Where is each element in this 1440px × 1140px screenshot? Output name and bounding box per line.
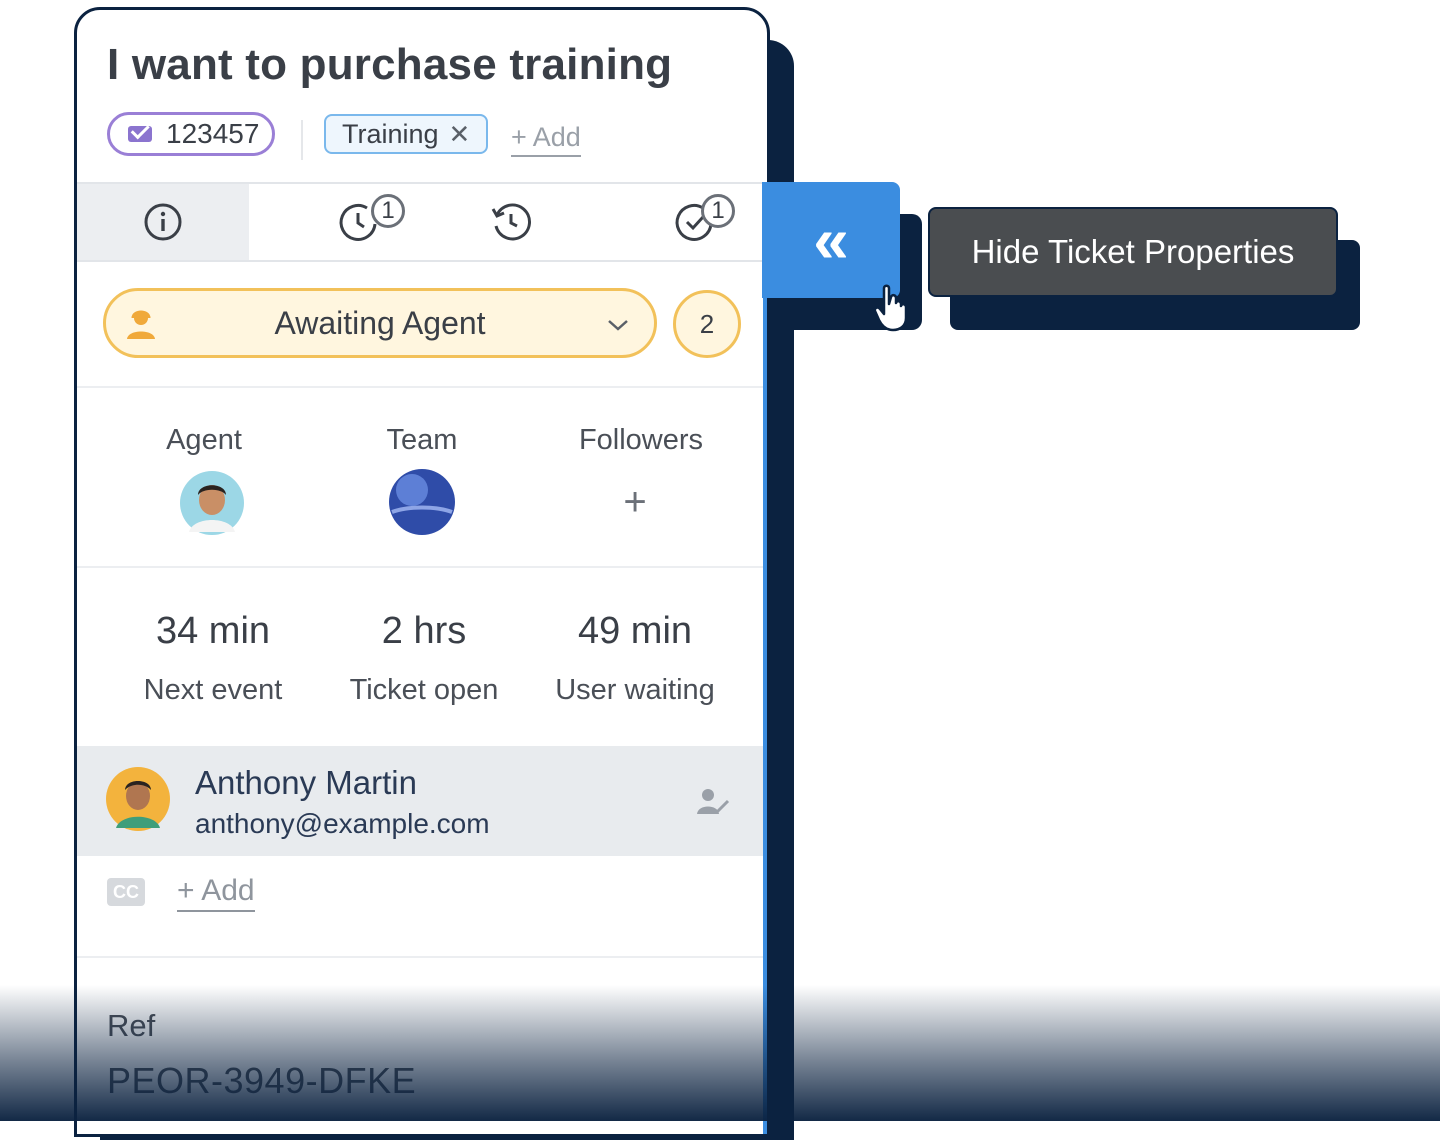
contact-email[interactable]: anthony@example.com (195, 808, 490, 840)
history-icon (491, 203, 531, 241)
divider (77, 956, 763, 958)
remove-tag-icon[interactable]: ✕ (449, 119, 471, 150)
metric-next-event-label: Next event (143, 674, 283, 706)
hide-properties-tooltip: Hide Ticket Properties (928, 207, 1338, 297)
followers-label: Followers (578, 424, 704, 456)
agent-avatar[interactable] (179, 470, 245, 536)
tag-label: Training (342, 118, 439, 149)
edit-user-icon[interactable] (695, 786, 731, 816)
hand-cursor-icon (873, 284, 908, 332)
metric-ticket-open-label: Ticket open (349, 674, 499, 706)
ref-label: Ref (107, 1008, 156, 1043)
chevron-down-icon (608, 320, 628, 331)
tasks-count-badge: 1 (701, 194, 735, 228)
ticket-title: I want to purchase training (107, 40, 673, 89)
info-icon (144, 203, 182, 241)
team-avatar[interactable] (388, 468, 456, 536)
sla-count-badge: 1 (371, 194, 405, 228)
status-dropdown[interactable]: Awaiting Agent (103, 288, 657, 358)
divider (77, 566, 763, 568)
tab-sla[interactable]: 1 (299, 184, 419, 260)
ticket-id: 123457 (166, 118, 260, 149)
double-chevron-left-icon: « (813, 204, 849, 276)
mail-icon (128, 126, 152, 142)
metric-user-waiting-value: 49 min (577, 610, 693, 652)
add-cc-link[interactable]: + Add (177, 874, 255, 912)
ticket-id-pill[interactable]: 123457 (107, 112, 275, 156)
status-count-badge[interactable]: 2 (673, 290, 741, 358)
tab-info[interactable] (77, 184, 249, 260)
collapse-panel-button[interactable]: « (762, 182, 900, 298)
ticket-properties-panel: I want to purchase training 123457 Train… (74, 7, 770, 1137)
label-tag[interactable]: Training ✕ (324, 114, 488, 154)
status-label: Awaiting Agent (274, 305, 486, 341)
team-label: Team (386, 424, 458, 456)
metric-user-waiting-label: User waiting (555, 674, 715, 706)
contact-avatar (106, 767, 170, 831)
contact-card[interactable]: Anthony Martin anthony@example.com (77, 746, 763, 856)
ref-value: PEOR-3949-DFKE (107, 1060, 417, 1101)
add-label-link[interactable]: + Add (511, 122, 581, 157)
panel-edge-strip (763, 182, 767, 1134)
metric-next-event-value: 34 min (155, 610, 271, 652)
divider (77, 386, 763, 388)
cc-icon: CC (107, 878, 145, 906)
tab-history[interactable] (467, 184, 555, 260)
divider (301, 120, 303, 160)
add-follower-button[interactable]: + (615, 480, 655, 525)
contact-name[interactable]: Anthony Martin (195, 764, 417, 802)
tab-bar: 1 1 (77, 182, 763, 262)
metric-ticket-open-value: 2 hrs (381, 610, 467, 652)
agent-label: Agent (166, 424, 242, 456)
tab-tasks[interactable]: 1 (651, 184, 763, 260)
